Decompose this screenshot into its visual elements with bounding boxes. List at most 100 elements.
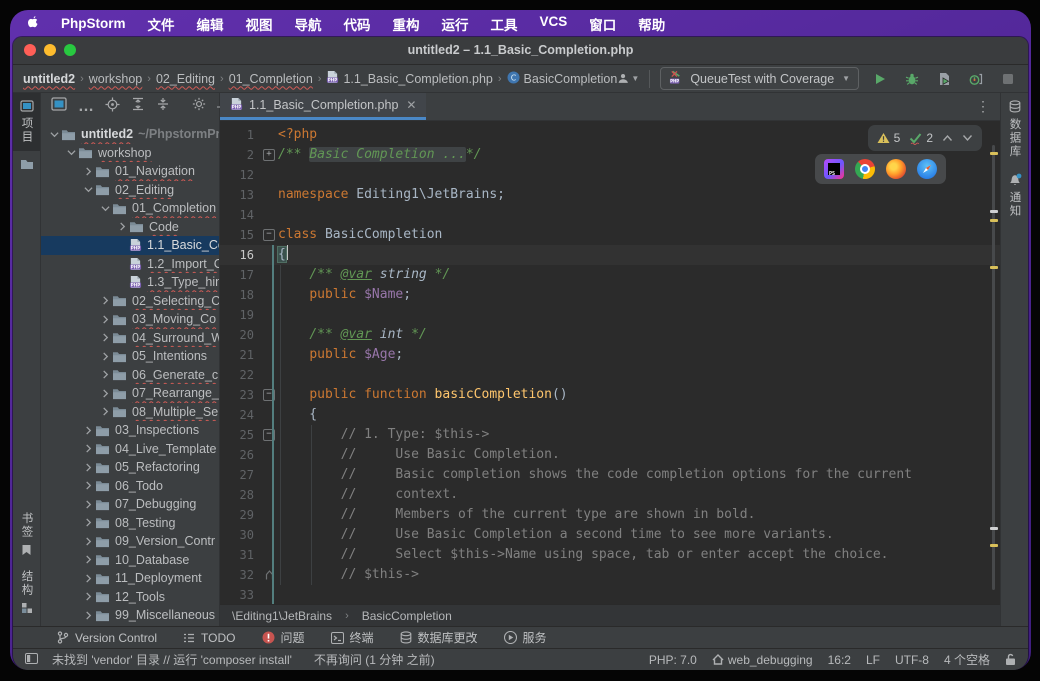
- code-line-14[interactable]: 14: [220, 205, 1000, 225]
- code-line-21[interactable]: 21 public $Age;: [220, 345, 1000, 365]
- line-number[interactable]: 25: [220, 425, 260, 445]
- tool-window-button-terminal[interactable]: 终端: [331, 629, 374, 646]
- chevron-down-icon[interactable]: [47, 130, 61, 139]
- line-number[interactable]: 12: [220, 165, 260, 185]
- chevron-right-icon[interactable]: [81, 500, 95, 509]
- chevron-right-icon[interactable]: [81, 444, 95, 453]
- typos-indicator[interactable]: 2: [909, 128, 933, 148]
- line-number[interactable]: 21: [220, 345, 260, 365]
- previous-problem-arrow-icon[interactable]: [942, 134, 953, 142]
- menu-item-导航[interactable]: 导航: [295, 14, 322, 34]
- line-number[interactable]: 33: [220, 585, 260, 604]
- line-number[interactable]: 19: [220, 305, 260, 325]
- line-number[interactable]: 23: [220, 385, 260, 405]
- run-button[interactable]: [869, 68, 891, 90]
- code-line-25[interactable]: 25− // 1. Type: $this->: [220, 425, 1000, 445]
- profiler-button[interactable]: [965, 68, 987, 90]
- line-number[interactable]: 13: [220, 185, 260, 205]
- line-number[interactable]: 26: [220, 445, 260, 465]
- menu-item-代码[interactable]: 代码: [344, 14, 371, 34]
- menu-item-窗口[interactable]: 窗口: [589, 14, 616, 34]
- line-number[interactable]: 16: [220, 245, 260, 265]
- tool-window-button-commit[interactable]: [13, 151, 40, 177]
- code-line-29[interactable]: 29 // Members of the current type are sh…: [220, 505, 1000, 525]
- menu-item-编辑[interactable]: 编辑: [197, 14, 224, 34]
- menu-item-VCS[interactable]: VCS: [540, 14, 568, 34]
- tree-item-03_Inspections[interactable]: 03_Inspections: [41, 421, 219, 440]
- tool-window-button-todo[interactable]: TODO: [183, 631, 235, 645]
- chevron-down-icon[interactable]: [81, 185, 95, 194]
- deployment-server-widget[interactable]: web_debugging: [712, 653, 813, 667]
- phpstorm-browser-icon[interactable]: PS: [824, 159, 844, 179]
- tree-item-01_Completion[interactable]: 01_Completion: [41, 199, 219, 218]
- code-line-33[interactable]: 33: [220, 585, 1000, 604]
- tree-item-05_Refactoring[interactable]: 05_Refactoring: [41, 458, 219, 477]
- status-dismiss-link[interactable]: 不再询问 (1 分钟 之前): [314, 651, 435, 668]
- inspections-widget[interactable]: 5 2: [868, 125, 982, 151]
- error-stripe-mark[interactable]: [990, 219, 998, 222]
- chevron-right-icon[interactable]: [81, 167, 95, 176]
- collapse-all-icon[interactable]: [156, 97, 170, 116]
- tree-item-02_Editing[interactable]: 02_Editing: [41, 181, 219, 200]
- code-line-15[interactable]: 15−class BasicCompletion: [220, 225, 1000, 245]
- error-stripe-mark[interactable]: [990, 544, 998, 547]
- close-tab-icon[interactable]: ✕: [406, 98, 416, 112]
- nav-breadcrumb[interactable]: CBasicCompletion: [507, 71, 618, 87]
- nav-breadcrumb[interactable]: workshop: [89, 72, 143, 86]
- chevron-right-icon[interactable]: [81, 611, 95, 620]
- line-number[interactable]: 30: [220, 525, 260, 545]
- line-number[interactable]: 20: [220, 325, 260, 345]
- chevron-down-icon[interactable]: [98, 204, 112, 213]
- tool-window-button-services[interactable]: 服务: [504, 629, 547, 646]
- tool-window-button-bookmarks[interactable]: 书签: [13, 505, 40, 563]
- code-line-24[interactable]: 24 {: [220, 405, 1000, 425]
- tree-item-99_Miscellaneous[interactable]: 99_Miscellaneous: [41, 606, 219, 625]
- readonly-lock-icon[interactable]: [1005, 653, 1016, 666]
- line-number[interactable]: 14: [220, 205, 260, 225]
- chevron-right-icon[interactable]: [98, 296, 112, 305]
- breadcrumb-namespace[interactable]: \Editing1\JetBrains: [232, 609, 332, 623]
- error-stripe-mark[interactable]: [990, 210, 998, 213]
- line-number[interactable]: 2: [220, 145, 260, 165]
- code-line-26[interactable]: 26 // Use Basic Completion.: [220, 445, 1000, 465]
- run-configuration-selector[interactable]: PHP QueueTest with Coverage ▼: [660, 67, 859, 90]
- tree-item-07_Rearrange_[interactable]: 07_Rearrange_: [41, 384, 219, 403]
- breadcrumb-class[interactable]: BasicCompletion: [362, 609, 452, 623]
- tree-item-10_Database[interactable]: 10_Database: [41, 551, 219, 570]
- tool-window-button-project[interactable]: 项目: [13, 93, 40, 151]
- line-number[interactable]: 18: [220, 285, 260, 305]
- code-line-32[interactable]: 32 // $this->: [220, 565, 1000, 585]
- window-title-bar[interactable]: untitled2 – 1.1_Basic_Completion.php: [13, 37, 1028, 65]
- tree-item-05_Intentions[interactable]: 05_Intentions: [41, 347, 219, 366]
- menu-item-工具[interactable]: 工具: [491, 14, 518, 34]
- chevron-right-icon[interactable]: [98, 315, 112, 324]
- line-number[interactable]: 24: [220, 405, 260, 425]
- project-settings-gear-icon[interactable]: [192, 97, 206, 116]
- php-version-widget[interactable]: PHP: 7.0: [649, 653, 697, 667]
- project-view-selector-icon[interactable]: [51, 97, 67, 116]
- tree-item-09_Version_Contr[interactable]: 09_Version_Contr: [41, 532, 219, 551]
- chevron-right-icon[interactable]: [81, 592, 95, 601]
- menu-app-name[interactable]: PhpStorm: [61, 16, 126, 31]
- line-number[interactable]: 15: [220, 225, 260, 245]
- nav-breadcrumb[interactable]: 01_Completion: [229, 72, 313, 86]
- editor-tab[interactable]: PHP 1.1_Basic_Completion.php ✕: [220, 93, 426, 120]
- code-line-20[interactable]: 20 /** @var int */: [220, 325, 1000, 345]
- fold-marker-minus[interactable]: −: [260, 425, 278, 445]
- menu-item-视图[interactable]: 视图: [246, 14, 273, 34]
- chevron-right-icon[interactable]: [81, 463, 95, 472]
- tree-item-1.3_Type_hin[interactable]: PHP1.3_Type_hin: [41, 273, 219, 292]
- chevron-right-icon[interactable]: [81, 574, 95, 583]
- firefox-browser-icon[interactable]: [886, 159, 906, 179]
- next-problem-arrow-icon[interactable]: [962, 134, 973, 142]
- tree-item-12_Tools[interactable]: 12_Tools: [41, 588, 219, 607]
- tree-item-1.1_Basic_Co[interactable]: PHP1.1_Basic_Co: [41, 236, 219, 255]
- fold-marker-plus[interactable]: +: [260, 145, 278, 165]
- warnings-indicator[interactable]: 5: [877, 128, 901, 148]
- error-stripe-mark[interactable]: [990, 266, 998, 269]
- project-view-more-icon[interactable]: …: [78, 98, 94, 116]
- tool-window-button-structure[interactable]: 结构: [13, 563, 40, 626]
- tree-item-08_Multiple_Se[interactable]: 08_Multiple_Se: [41, 403, 219, 422]
- fold-marker-end[interactable]: [260, 565, 278, 585]
- chevron-right-icon[interactable]: [81, 555, 95, 564]
